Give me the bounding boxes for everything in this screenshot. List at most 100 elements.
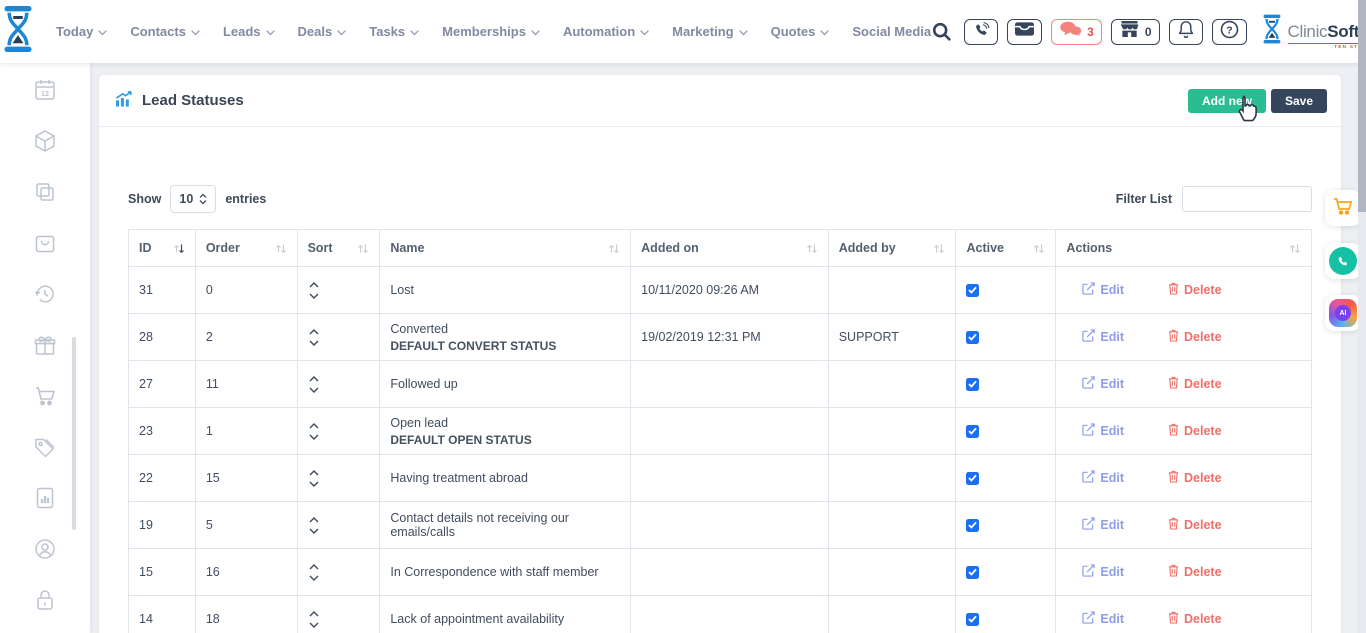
column-header[interactable]: Actions [1056, 230, 1312, 267]
active-checkbox[interactable] [966, 425, 979, 438]
nav-item[interactable]: Tasks [369, 24, 419, 39]
active-checkbox[interactable] [966, 519, 979, 532]
sidebar-item-gift[interactable] [32, 332, 58, 358]
nav-item-label: Quotes [771, 24, 816, 39]
delete-link[interactable]: Delete [1168, 423, 1222, 439]
edit-link[interactable]: Edit [1082, 423, 1124, 439]
nav-item[interactable]: Leads [223, 24, 275, 39]
column-header[interactable]: Name [380, 230, 631, 267]
move-down-button[interactable] [309, 387, 322, 393]
delete-link[interactable]: Delete [1168, 376, 1222, 392]
nav-item[interactable]: Social Media [852, 24, 931, 39]
delete-link[interactable]: Delete [1168, 611, 1222, 627]
move-up-button[interactable] [309, 423, 322, 429]
chat-button[interactable]: 3 [1051, 19, 1102, 45]
edit-link[interactable]: Edit [1082, 376, 1124, 392]
sidebar-item-report[interactable] [32, 485, 58, 511]
active-checkbox[interactable] [966, 284, 979, 297]
move-up-button[interactable] [309, 282, 322, 288]
move-up-button[interactable] [309, 470, 322, 476]
app-logo[interactable] [0, 6, 36, 57]
move-up-button[interactable] [309, 329, 322, 335]
delete-link[interactable]: Delete [1168, 470, 1222, 486]
search-icon[interactable] [931, 21, 952, 42]
add-new-button[interactable]: Add new [1188, 89, 1266, 113]
sidebar-item-price-tag[interactable] [32, 434, 58, 460]
hourglass-logo-icon [0, 6, 36, 57]
move-down-button[interactable] [309, 575, 322, 581]
move-down-button[interactable] [309, 528, 322, 534]
floating-cart-button[interactable] [1325, 190, 1361, 226]
column-header[interactable]: ID [129, 230, 196, 267]
page-size-select[interactable]: 10 [170, 185, 216, 213]
sidebar-item-cart[interactable] [32, 383, 58, 409]
store-button[interactable]: 0 [1111, 19, 1160, 45]
edit-link[interactable]: Edit [1082, 282, 1124, 298]
sidebar-scrollbar[interactable] [72, 337, 76, 530]
delete-link[interactable]: Delete [1168, 517, 1222, 533]
move-down-button[interactable] [309, 434, 322, 440]
cell-added-by: SUPPORT [828, 314, 956, 361]
sidebar-item-calendar[interactable]: 12 [32, 77, 58, 103]
column-header[interactable]: Sort [297, 230, 380, 267]
phone-circle-icon [1329, 247, 1357, 275]
column-header[interactable]: Added by [828, 230, 956, 267]
phone-button[interactable] [964, 19, 998, 45]
active-checkbox[interactable] [966, 331, 979, 344]
sidebar-item-shopping-bag[interactable] [32, 230, 58, 256]
move-down-button[interactable] [309, 293, 322, 299]
sidebar-item-lock[interactable] [32, 587, 58, 613]
active-checkbox[interactable] [966, 378, 979, 391]
trash-icon [1168, 376, 1179, 392]
floating-phone-button[interactable] [1325, 243, 1361, 279]
save-button[interactable]: Save [1271, 89, 1327, 113]
delete-link[interactable]: Delete [1168, 329, 1222, 345]
nav-item[interactable]: Automation [563, 24, 649, 39]
move-up-button[interactable] [309, 517, 322, 523]
floating-ai-button[interactable]: AI [1325, 295, 1361, 331]
edit-link[interactable]: Edit [1082, 329, 1124, 345]
delete-link[interactable]: Delete [1168, 564, 1222, 580]
edit-link[interactable]: Edit [1082, 564, 1124, 580]
cell-actions: Edit Delete [1056, 361, 1312, 408]
delete-label: Delete [1184, 518, 1222, 532]
sort-arrows-icon [806, 243, 818, 254]
move-down-button[interactable] [309, 481, 322, 487]
sidebar-item-pages[interactable] [32, 179, 58, 205]
move-down-button[interactable] [309, 340, 322, 346]
sidebar-item-history[interactable] [32, 281, 58, 307]
edit-link[interactable]: Edit [1082, 517, 1124, 533]
column-header[interactable]: Active [956, 230, 1056, 267]
sidebar-item-account[interactable] [32, 536, 58, 562]
active-checkbox[interactable] [966, 613, 979, 626]
active-checkbox[interactable] [966, 472, 979, 485]
move-up-button[interactable] [309, 376, 322, 382]
edit-link[interactable]: Edit [1082, 470, 1124, 486]
nav-item[interactable]: Today [56, 24, 107, 39]
nav-item[interactable]: Marketing [672, 24, 747, 39]
page-scrollbar-thumb[interactable] [1358, 0, 1366, 212]
brand-logo[interactable]: .com ClinicSoftware TEN STEPS AHEAD [1261, 14, 1366, 50]
edit-icon [1082, 282, 1095, 298]
inbox-button[interactable] [1007, 19, 1042, 45]
edit-label: Edit [1100, 612, 1124, 626]
edit-icon [1082, 470, 1095, 486]
edit-link[interactable]: Edit [1082, 611, 1124, 627]
column-header[interactable]: Added on [631, 230, 829, 267]
move-up-button[interactable] [309, 611, 322, 617]
nav-item[interactable]: Contacts [130, 24, 200, 39]
nav-item[interactable]: Quotes [771, 24, 830, 39]
column-header[interactable]: Order [195, 230, 297, 267]
sidebar-item-package[interactable] [32, 128, 58, 154]
filter-input[interactable] [1182, 186, 1312, 212]
help-button[interactable]: ? [1212, 19, 1247, 45]
cell-order: 15 [195, 455, 297, 502]
active-checkbox[interactable] [966, 566, 979, 579]
move-down-button[interactable] [309, 622, 322, 628]
delete-link[interactable]: Delete [1168, 282, 1222, 298]
page-size-value: 10 [179, 192, 193, 206]
nav-item[interactable]: Memberships [442, 24, 540, 39]
move-up-button[interactable] [309, 564, 322, 570]
nav-item[interactable]: Deals [298, 24, 347, 39]
notifications-button[interactable] [1169, 19, 1203, 45]
